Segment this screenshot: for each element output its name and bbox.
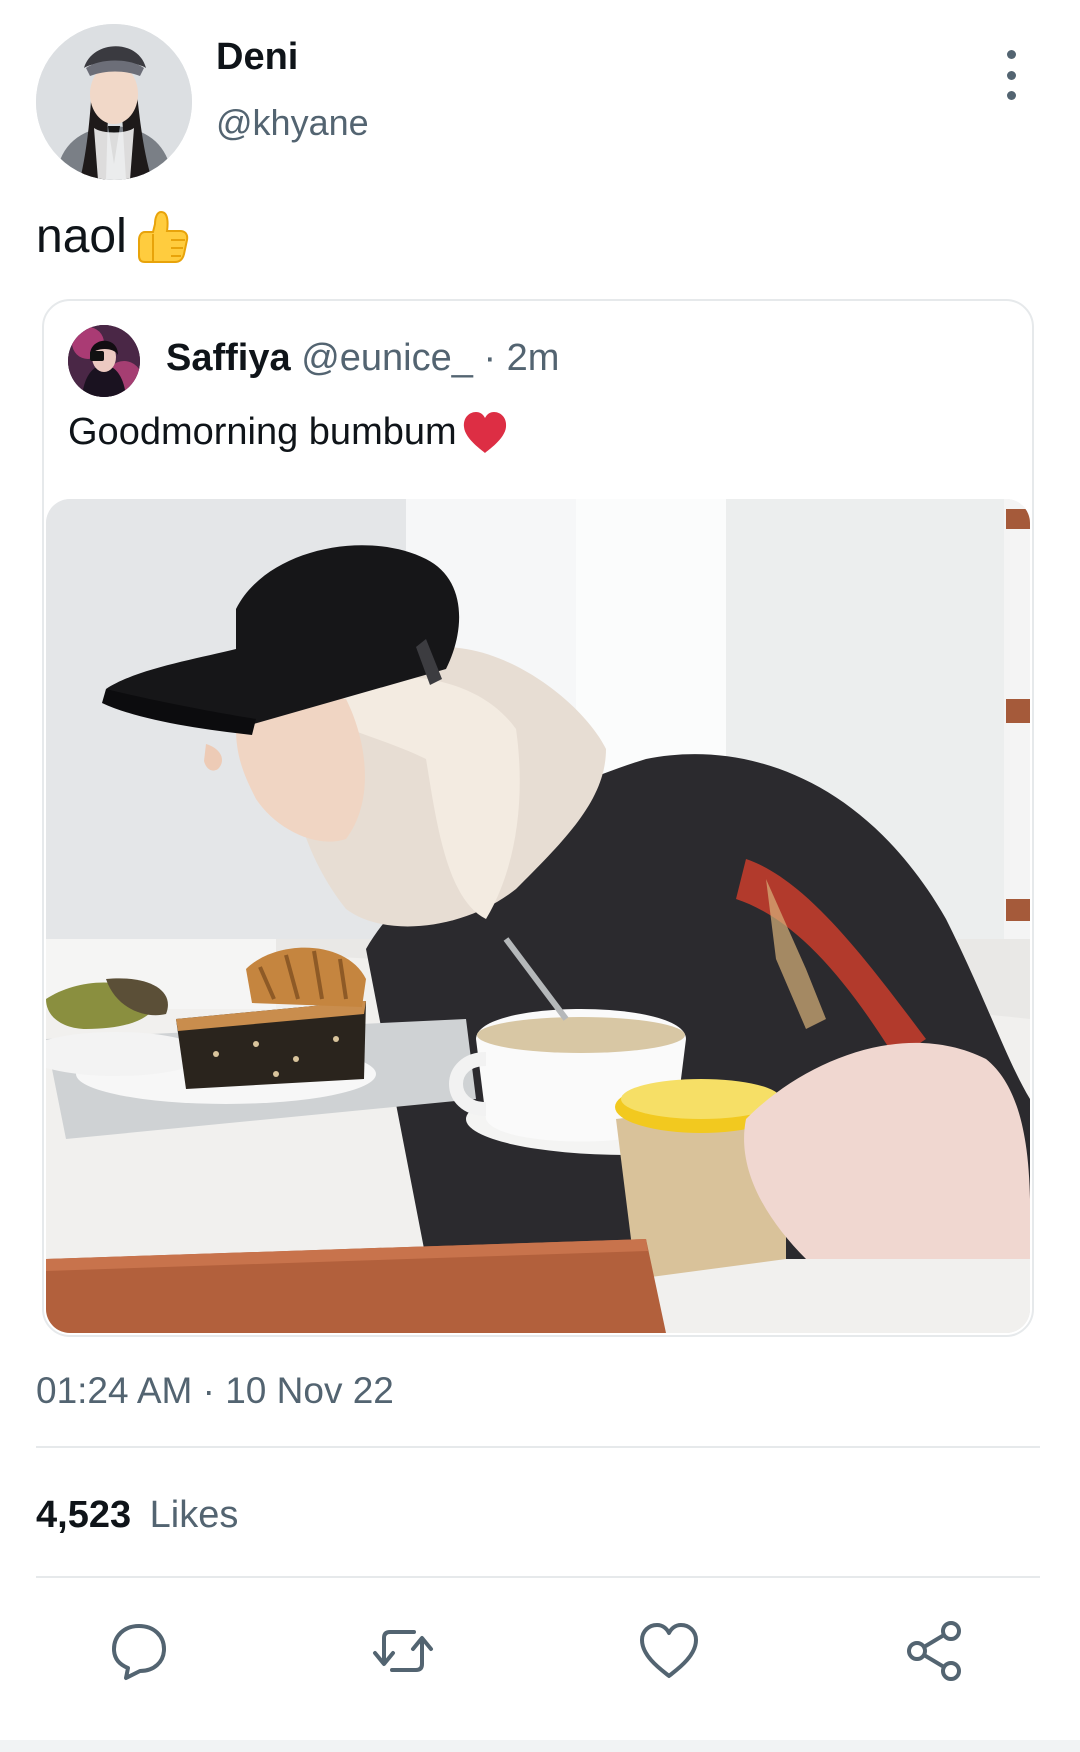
thumbs-up-emoji-icon	[137, 210, 188, 263]
divider	[36, 1576, 1040, 1578]
author-display-name[interactable]: Deni	[216, 36, 298, 79]
tweet-header: Deni @khyane	[0, 0, 1080, 200]
author-avatar[interactable]	[36, 24, 192, 180]
author-avatar-image	[36, 24, 192, 180]
quoted-author-avatar[interactable]	[68, 325, 140, 397]
quoted-author-name[interactable]: Saffiya	[166, 337, 291, 379]
quoted-tweet-text-content: Goodmorning bumbum	[68, 410, 457, 453]
reply-icon	[112, 1624, 166, 1680]
tweet-timestamp[interactable]: 01:24 AM · 10 Nov 22	[36, 1370, 394, 1412]
quoted-tweet-photo[interactable]	[46, 499, 1030, 1333]
share-button[interactable]	[902, 1618, 968, 1684]
quoted-avatar-image	[68, 325, 140, 397]
retweet-icon	[373, 1630, 433, 1672]
retweet-button[interactable]	[370, 1618, 436, 1684]
author-handle[interactable]: @khyane	[216, 102, 369, 144]
bottom-separator	[0, 1740, 1080, 1752]
share-icon	[907, 1621, 961, 1681]
quoted-tweet-text: Goodmorning bumbum	[68, 409, 509, 455]
more-options-icon[interactable]	[996, 50, 1026, 100]
tweet-actions-bar	[0, 1618, 1080, 1684]
meta-separator: ·	[483, 337, 497, 379]
divider	[36, 1446, 1040, 1448]
more-dot	[1006, 70, 1016, 80]
heart-icon	[640, 1623, 698, 1678]
quoted-tweet-meta: Saffiya @eunice_ · 2m	[166, 337, 559, 380]
likes-count: 4,523	[36, 1494, 132, 1536]
likes-stat[interactable]: 4,523 Likes	[36, 1494, 238, 1537]
like-button[interactable]	[636, 1618, 702, 1684]
more-dot	[1006, 91, 1016, 100]
reply-button[interactable]	[106, 1618, 172, 1684]
quoted-tweet-time: 2m	[506, 337, 560, 379]
tweet-text: naol	[36, 206, 191, 266]
likes-label: Likes	[149, 1494, 239, 1536]
tweet-text-content: naol	[36, 209, 127, 263]
quoted-tweet-card[interactable]: Saffiya @eunice_ · 2m Goodmorning bumbum	[42, 299, 1034, 1337]
photo-image	[46, 499, 1030, 1333]
more-dot	[1006, 50, 1016, 59]
quoted-author-handle[interactable]: @eunice_	[301, 337, 473, 379]
red-heart-emoji-icon	[463, 412, 506, 453]
